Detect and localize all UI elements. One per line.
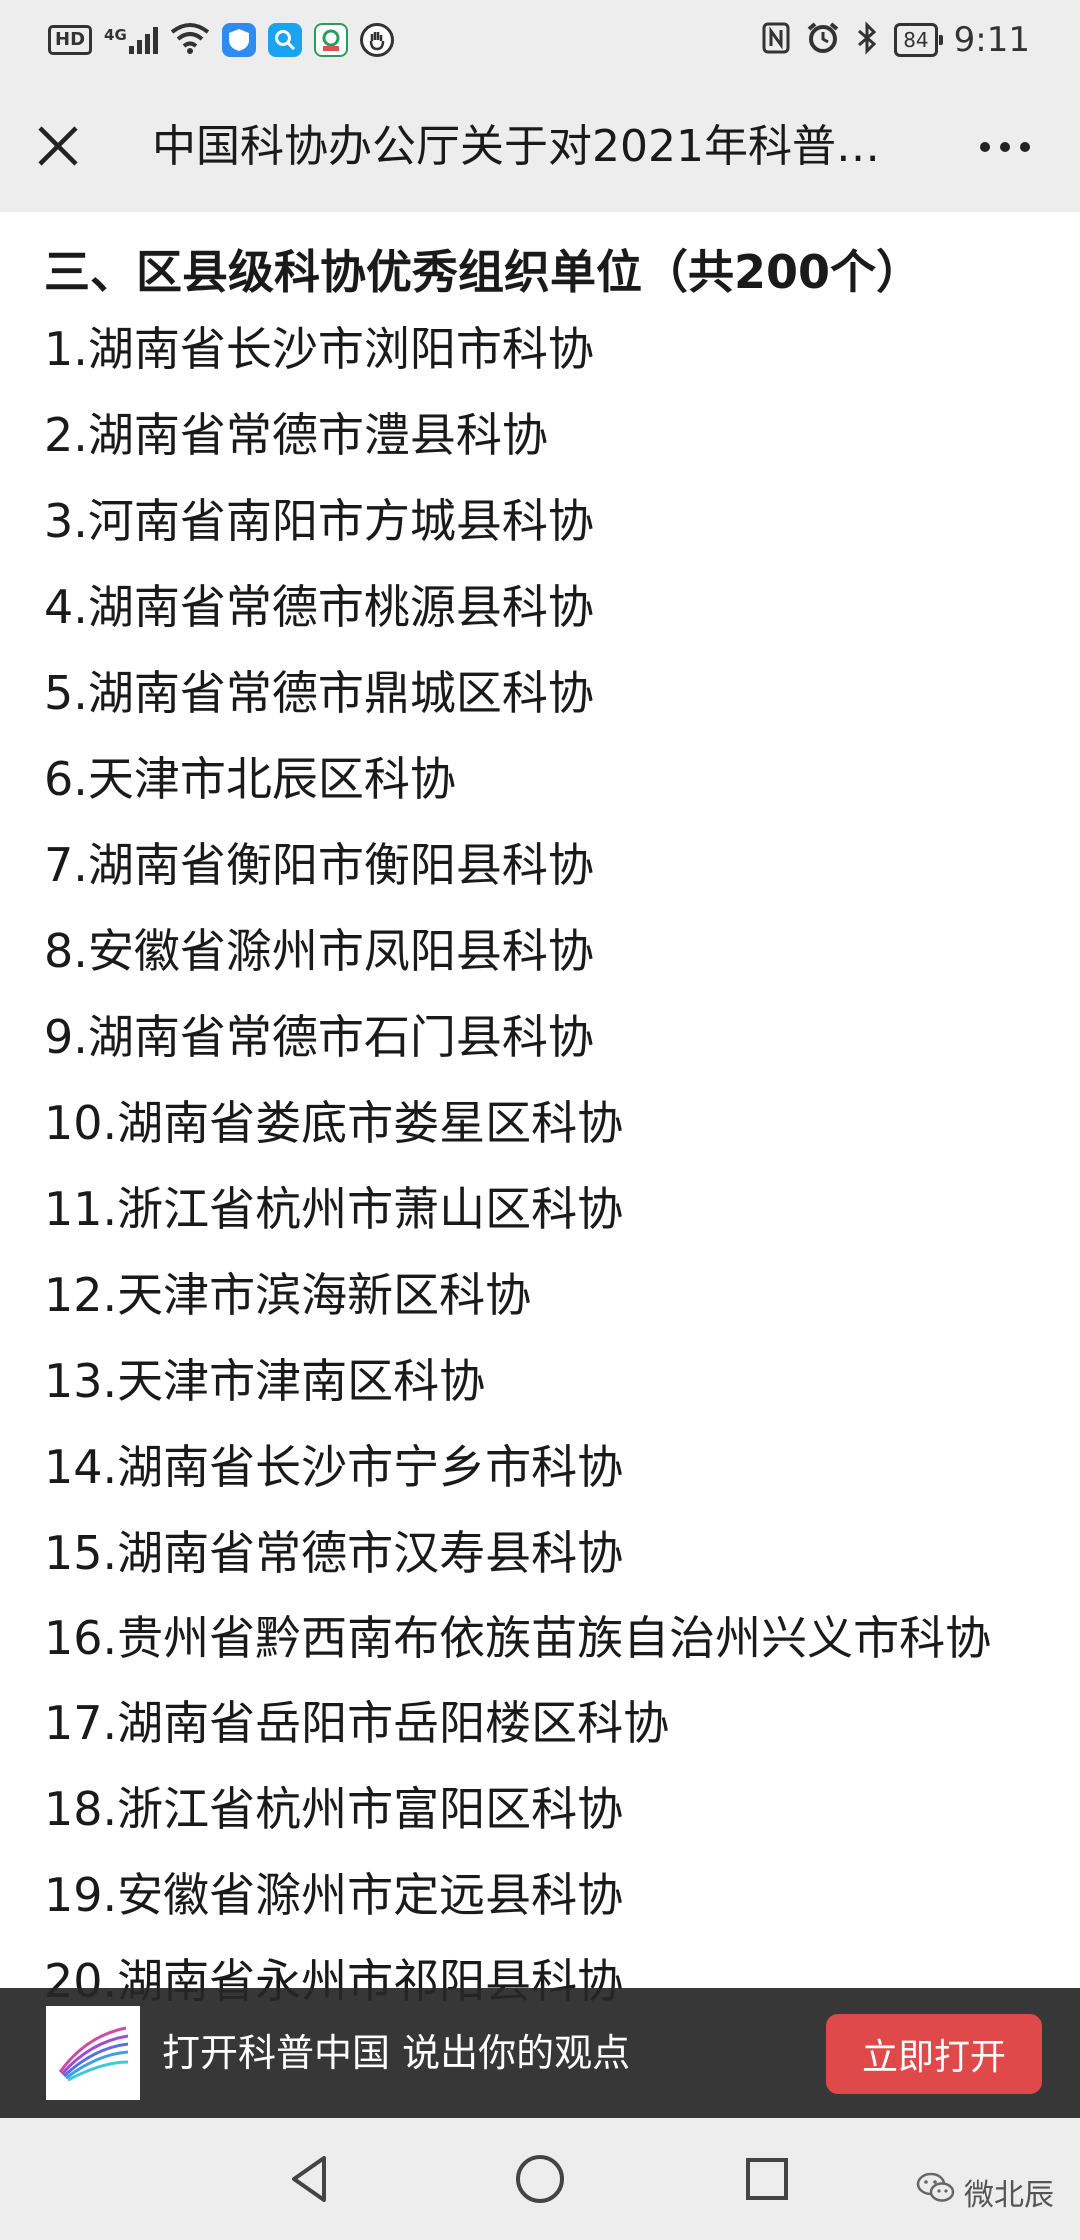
- status-time: 9:11: [953, 20, 1030, 60]
- nfc-icon: [762, 22, 790, 58]
- wechat-icon: [916, 2171, 956, 2213]
- watermark-text: 微北辰: [964, 2178, 1054, 2213]
- wifi-icon: [170, 22, 210, 58]
- network-type-label: 4G: [104, 26, 127, 44]
- list-item: 14.湖南省长沙市宁乡市科协: [44, 1440, 624, 1494]
- close-icon[interactable]: [30, 118, 86, 174]
- back-triangle-icon[interactable]: [276, 2146, 342, 2212]
- status-right-icons: 84 9:11: [762, 18, 1030, 62]
- open-app-banner[interactable]: 打开科普中国 说出你的观点 立即打开: [0, 1988, 1080, 2118]
- bluetooth-icon: [856, 21, 878, 59]
- section-title: 三、区县级科协优秀组织单位（共200个）: [44, 245, 923, 299]
- signal-4g-icon: 4G: [104, 26, 158, 54]
- status-bar: HD 4G 84 9:11: [0, 0, 1080, 80]
- list-item: 8.安徽省滁州市凤阳县科协: [44, 924, 594, 978]
- system-nav-bar: 微北辰: [0, 2118, 1080, 2240]
- list-item: 17.湖南省岳阳市岳阳楼区科协: [44, 1696, 670, 1750]
- alarm-icon: [806, 21, 840, 59]
- battery-icon: 84: [894, 23, 944, 57]
- search-app-icon: [267, 23, 302, 57]
- list-item: 6.天津市北辰区科协: [44, 752, 456, 806]
- list-item: 4.湖南省常德市桃源县科协: [44, 580, 594, 634]
- list-item: 10.湖南省娄底市娄星区科协: [44, 1096, 624, 1150]
- watermark: 微北辰: [916, 2170, 1054, 2214]
- more-dots-icon[interactable]: [970, 120, 1040, 174]
- article-body[interactable]: 三、区县级科协优秀组织单位（共200个） 1.湖南省长沙市浏阳市科协 2.湖南省…: [44, 212, 1044, 2120]
- green-app-icon: [313, 23, 348, 57]
- kepu-china-logo-icon: [46, 2006, 140, 2100]
- banner-text: 打开科普中国 说出你的观点: [162, 2031, 631, 2075]
- page-title: 中国科协办公厅关于对2021年科普…: [152, 121, 880, 172]
- organization-list: 1.湖南省长沙市浏阳市科协 2.湖南省常德市澧县科协 3.河南省南阳市方城县科协…: [44, 312, 1044, 2018]
- list-item: 3.河南省南阳市方城县科协: [44, 494, 594, 548]
- recents-square-icon[interactable]: [734, 2146, 800, 2212]
- list-item: 16.贵州省黔西南布依族苗族自治州兴义市科协: [44, 1611, 992, 1665]
- home-circle-icon[interactable]: [507, 2146, 573, 2212]
- webview-nav-bar: 中国科协办公厅关于对2021年科普…: [0, 80, 1080, 212]
- list-item: 2.湖南省常德市澧县科协: [44, 408, 548, 462]
- shield-app-icon: [221, 23, 256, 57]
- open-now-button[interactable]: 立即打开: [826, 2014, 1042, 2094]
- list-item: 18.浙江省杭州市富阳区科协: [44, 1782, 624, 1836]
- list-item: 15.湖南省常德市汉寿县科协: [44, 1526, 624, 1580]
- hand-app-icon: [359, 23, 394, 57]
- list-item: 1.湖南省长沙市浏阳市科协: [44, 322, 594, 376]
- list-item: 13.天津市津南区科协: [44, 1354, 486, 1408]
- list-item: 9.湖南省常德市石门县科协: [44, 1010, 594, 1064]
- status-left-icons: HD 4G: [48, 20, 394, 60]
- list-item: 7.湖南省衡阳市衡阳县科协: [44, 838, 594, 892]
- list-item: 11.浙江省杭州市萧山区科协: [44, 1182, 624, 1236]
- list-item: 19.安徽省滁州市定远县科协: [44, 1868, 624, 1922]
- list-item: 5.湖南省常德市鼎城区科协: [44, 666, 594, 720]
- hd-icon: HD: [48, 25, 93, 55]
- list-item: 12.天津市滨海新区科协: [44, 1268, 532, 1322]
